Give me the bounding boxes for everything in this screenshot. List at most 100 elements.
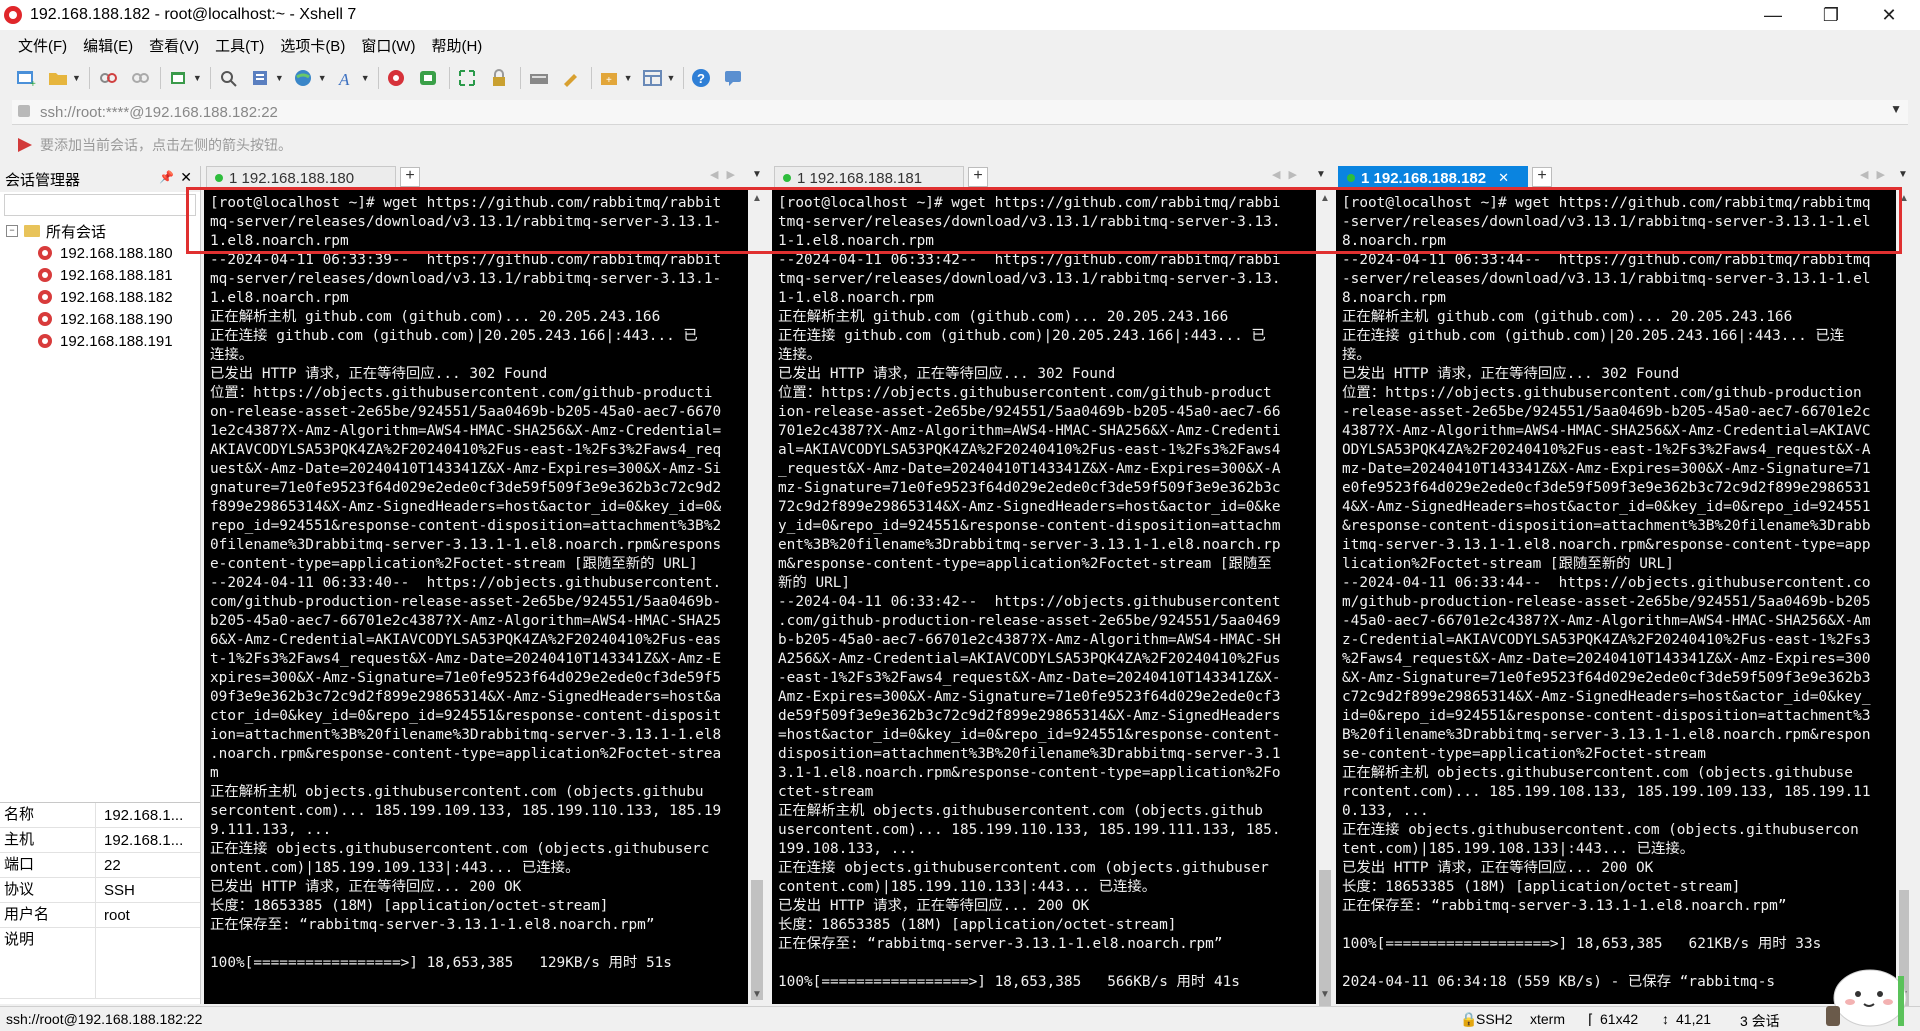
add-session-arrow-icon[interactable] xyxy=(18,138,32,152)
session-item[interactable]: 192.168.188.181 xyxy=(0,264,200,286)
xshell-app-icon[interactable] xyxy=(4,6,22,24)
vertical-scrollbar[interactable]: ▲ ▼ xyxy=(1896,190,1912,1010)
menu-help[interactable]: 帮助(H) xyxy=(423,35,490,56)
tab-session-182[interactable]: 1 192.168.188.182 ✕ xyxy=(1338,166,1528,189)
terminal-output[interactable]: [root@localhost ~]# wget https://github.… xyxy=(772,190,1316,1004)
xshell-icon[interactable] xyxy=(417,66,441,90)
menu-view[interactable]: 查看(V) xyxy=(141,35,207,56)
property-row: 用户名 root xyxy=(0,903,200,928)
scroll-down-icon[interactable]: ▼ xyxy=(1316,986,1334,1004)
terminal-text[interactable]: [root@localhost ~]# wget https://github.… xyxy=(772,190,1316,992)
new-tab-icon[interactable] xyxy=(167,66,191,90)
session-item-label: 192.168.188.191 xyxy=(60,332,173,350)
compose-icon[interactable]: + xyxy=(598,66,622,90)
keyboard-icon[interactable] xyxy=(527,66,551,90)
chevron-down-icon[interactable]: ▼ xyxy=(1890,102,1902,116)
property-row: 主机 192.168.1... xyxy=(0,828,200,853)
address-bar[interactable]: ssh://root:****@192.168.188.182:22 ▼ xyxy=(12,100,1908,125)
collapse-icon[interactable]: − xyxy=(6,225,18,237)
tab-session-181[interactable]: 1 192.168.188.181 xyxy=(774,166,964,189)
terminal-size-icon: ⌈ xyxy=(1588,1011,1594,1027)
minimize-button[interactable]: — xyxy=(1744,0,1802,30)
svg-text:+: + xyxy=(30,79,36,88)
property-row: 协议 SSH xyxy=(0,878,200,903)
maximize-button[interactable]: ❐ xyxy=(1802,0,1860,30)
property-key: 用户名 xyxy=(0,903,96,927)
tab-strip: 1 192.168.188.180 + ◀▶ ▼ xyxy=(204,164,766,189)
scroll-up-icon[interactable]: ▲ xyxy=(1316,190,1334,208)
terminal-text[interactable]: [root@localhost ~]# wget https://github.… xyxy=(204,190,748,973)
help-icon[interactable]: ? xyxy=(690,66,714,90)
tab-strip: 1 192.168.188.182 ✕ + ◀▶ ▼ xyxy=(1336,164,1912,189)
session-search-input[interactable] xyxy=(4,194,196,216)
search-icon[interactable] xyxy=(217,66,241,90)
session-icon xyxy=(38,312,52,326)
scrollbar-thumb[interactable] xyxy=(751,880,763,1000)
property-row: 说明 xyxy=(0,928,200,999)
highlighter-icon[interactable] xyxy=(559,66,583,90)
vertical-scrollbar[interactable]: ▲ ▼ xyxy=(748,190,766,1004)
address-text[interactable]: ssh://root:****@192.168.188.182:22 xyxy=(40,104,278,121)
chevron-down-icon[interactable]: ▼ xyxy=(667,73,676,83)
tab-session-180[interactable]: 1 192.168.188.180 xyxy=(206,166,396,189)
terminal-output[interactable]: [root@localhost ~]# wget https://github.… xyxy=(204,190,748,1004)
disconnect-icon[interactable] xyxy=(96,66,120,90)
terminal-text[interactable]: [root@localhost ~]# wget https://github.… xyxy=(1336,190,1896,992)
session-icon xyxy=(38,268,52,282)
lock-icon[interactable] xyxy=(488,66,512,90)
chevron-down-icon[interactable]: ▼ xyxy=(361,73,370,83)
chat-icon[interactable] xyxy=(722,66,746,90)
session-item[interactable]: 192.168.188.180 xyxy=(0,242,200,264)
connected-status-icon xyxy=(783,174,791,182)
pin-icon[interactable]: 📌 xyxy=(159,170,174,184)
session-item[interactable]: 192.168.188.191 xyxy=(0,330,200,352)
fullscreen-icon[interactable] xyxy=(456,66,480,90)
properties-icon[interactable] xyxy=(249,66,273,90)
globe-icon[interactable] xyxy=(292,66,316,90)
terminal-output[interactable]: [root@localhost ~]# wget https://github.… xyxy=(1336,190,1896,1004)
xftp-icon[interactable] xyxy=(385,66,409,90)
address-lock-icon xyxy=(18,105,30,117)
menu-edit[interactable]: 编辑(E) xyxy=(75,35,141,56)
session-item-label: 192.168.188.190 xyxy=(60,310,173,328)
add-tab-button[interactable]: + xyxy=(1532,167,1552,187)
close-button[interactable]: ✕ xyxy=(1860,0,1918,30)
toolbar-separator xyxy=(519,67,521,89)
tree-root-all-sessions[interactable]: − 所有会话 xyxy=(0,220,200,242)
vertical-scrollbar[interactable]: ▲ ▼ xyxy=(1316,190,1334,1010)
scroll-up-icon[interactable]: ▲ xyxy=(748,190,766,208)
add-tab-button[interactable]: + xyxy=(400,167,420,187)
open-folder-icon[interactable] xyxy=(46,66,70,90)
add-tab-button[interactable]: + xyxy=(968,167,988,187)
chevron-down-icon[interactable]: ▼ xyxy=(193,73,202,83)
chevron-down-icon[interactable]: ▼ xyxy=(1316,169,1326,180)
chevron-down-icon[interactable]: ▼ xyxy=(318,73,327,83)
session-item[interactable]: 192.168.188.190 xyxy=(0,308,200,330)
tab-scroll-arrows-icon[interactable]: ◀▶ xyxy=(1860,168,1893,181)
chevron-down-icon[interactable]: ▼ xyxy=(1898,169,1908,180)
close-tab-icon[interactable]: ✕ xyxy=(1498,170,1509,186)
chevron-down-icon[interactable]: ▼ xyxy=(72,73,81,83)
reconnect-icon[interactable] xyxy=(128,66,152,90)
session-item[interactable]: 192.168.188.182 xyxy=(0,286,200,308)
menu-file[interactable]: 文件(F) xyxy=(10,35,75,56)
tab-scroll-arrows-icon[interactable]: ◀▶ xyxy=(1272,168,1305,181)
chevron-down-icon[interactable]: ▼ xyxy=(275,73,284,83)
folder-icon xyxy=(24,225,40,237)
chevron-down-icon[interactable]: ▼ xyxy=(752,169,762,180)
chevron-down-icon[interactable]: ▼ xyxy=(624,73,633,83)
new-session-icon[interactable]: + xyxy=(14,66,38,90)
close-icon[interactable]: ✕ xyxy=(180,169,192,186)
toolbar-separator xyxy=(590,67,592,89)
menu-tools[interactable]: 工具(T) xyxy=(207,35,272,56)
tab-scroll-arrows-icon[interactable]: ◀▶ xyxy=(710,168,743,181)
scroll-up-icon[interactable]: ▲ xyxy=(1896,190,1912,208)
property-row: 端口 22 xyxy=(0,853,200,878)
scroll-down-icon[interactable]: ▼ xyxy=(748,986,766,1004)
session-manager-panel: 会话管理器 📌 ✕ − 所有会话 192.168.188.180 192.168… xyxy=(0,166,201,1004)
hint-text: 要添加当前会话，点击左侧的箭头按钮。 xyxy=(40,137,292,153)
menu-window[interactable]: 窗口(W) xyxy=(353,35,423,56)
menu-tabs[interactable]: 选项卡(B) xyxy=(272,35,353,56)
layout-icon[interactable] xyxy=(641,66,665,90)
font-icon[interactable]: A xyxy=(335,66,359,90)
